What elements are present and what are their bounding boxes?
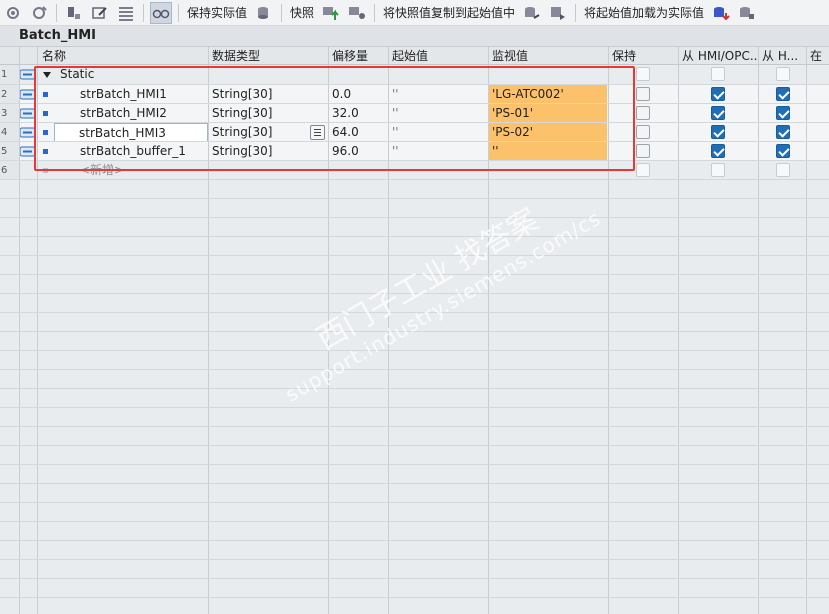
toolbar-separator: [143, 3, 144, 22]
snapshot-upload-icon[interactable]: [320, 2, 342, 24]
data-block-table: 名称 数据类型 偏移量 起始值 监视值 保持 从 HMI/OPC... 从 H.…: [0, 47, 829, 614]
copy-to-start-icon[interactable]: [521, 2, 543, 24]
toolbar-separator: [178, 3, 179, 22]
block-title: Batch_HMI: [0, 26, 829, 47]
toolbar-separator: [374, 3, 376, 22]
grid-lines: [0, 47, 829, 614]
load-actual-all-icon[interactable]: [736, 2, 758, 24]
download-start-icon[interactable]: [547, 2, 569, 24]
copy-snapshot-to-start-button[interactable]: 将快照值复制到起始值中: [379, 4, 519, 21]
monitor-glasses-icon[interactable]: [150, 1, 172, 24]
snapshot-button[interactable]: 快照: [286, 4, 318, 21]
toolbar-separator: [575, 3, 577, 22]
toolbar-separator: [281, 3, 283, 22]
add-row-icon[interactable]: [28, 2, 50, 24]
edit-icon[interactable]: [89, 2, 111, 24]
list-view-icon[interactable]: [115, 2, 137, 24]
expand-icon[interactable]: [63, 2, 85, 24]
load-actual-icon[interactable]: [710, 2, 732, 24]
toolbar-separator: [56, 3, 57, 22]
load-start-as-actual-button[interactable]: 将起始值加载为实际值: [580, 4, 708, 21]
database-icon[interactable]: [253, 2, 275, 24]
snapshot-compare-icon[interactable]: [346, 2, 368, 24]
insert-row-icon[interactable]: [2, 2, 24, 24]
toolbar: 保持实际值 快照 将快照值复制到起始值中 将起始值加载为实际值: [0, 0, 829, 26]
keep-actual-button[interactable]: 保持实际值: [183, 4, 251, 21]
